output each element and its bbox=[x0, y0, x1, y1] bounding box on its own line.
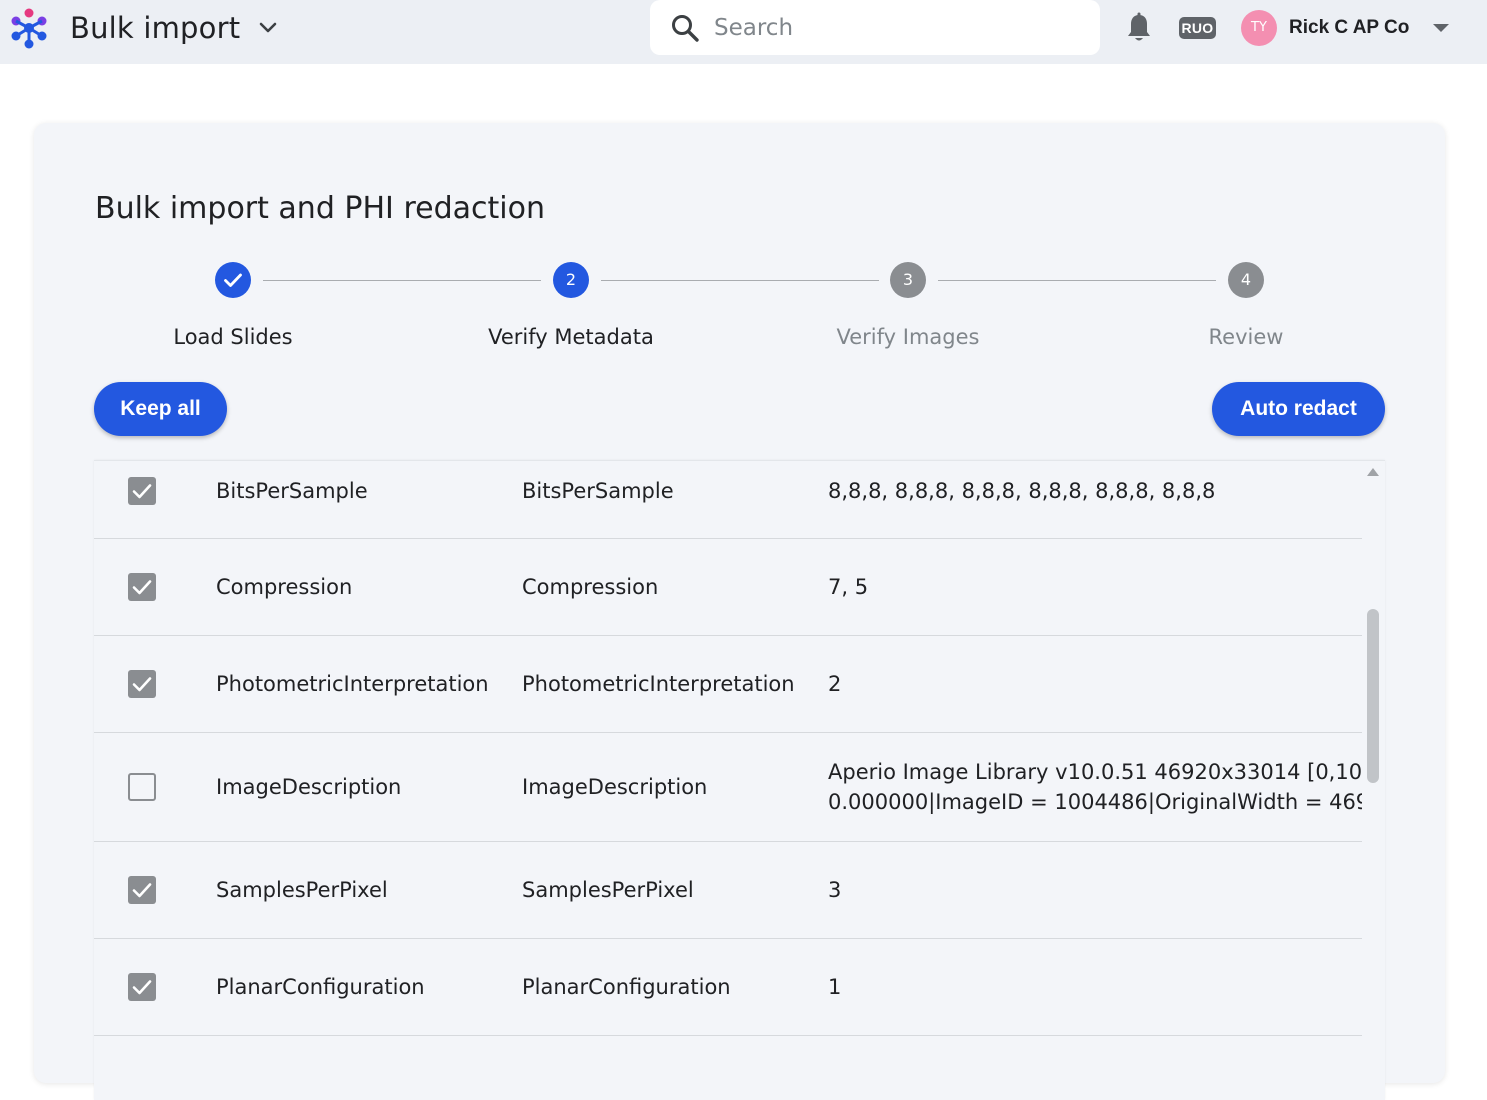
caret-down-icon[interactable] bbox=[1429, 20, 1453, 36]
bulk-import-card: Bulk import and PHI redaction 2 3 4 Load… bbox=[34, 123, 1445, 1100]
page-title: Bulk import and PHI redaction bbox=[95, 191, 545, 226]
step-2-circle[interactable]: 2 bbox=[553, 262, 589, 298]
table-row: PlanarConfiguration PlanarConfiguration … bbox=[94, 939, 1362, 1036]
step-label-load-slides[interactable]: Load Slides bbox=[113, 323, 353, 351]
table-row: SamplesPerPixel SamplesPerPixel 3 bbox=[94, 842, 1362, 939]
value-cell: 1 bbox=[828, 975, 842, 999]
table-row: ImageDescription ImageDescription Aperio… bbox=[94, 733, 1362, 842]
row-checkbox[interactable] bbox=[128, 573, 156, 601]
search-box bbox=[650, 0, 1100, 55]
value-cell: 2 bbox=[828, 672, 842, 696]
auto-redact-button[interactable]: Auto redact bbox=[1212, 382, 1385, 436]
step-connector bbox=[263, 280, 541, 281]
step-3-circle[interactable]: 3 bbox=[890, 262, 926, 298]
avatar[interactable]: TY bbox=[1241, 10, 1277, 46]
value-cell: 3 bbox=[828, 878, 842, 902]
tag-cell: BitsPerSample bbox=[216, 479, 368, 503]
tag-cell: SamplesPerPixel bbox=[216, 878, 388, 902]
step-label-verify-metadata[interactable]: Verify Metadata bbox=[451, 323, 691, 351]
row-checkbox[interactable] bbox=[128, 773, 156, 801]
row-checkbox[interactable] bbox=[128, 670, 156, 698]
notification-bell-icon[interactable] bbox=[1124, 12, 1154, 44]
checkmark-icon bbox=[132, 484, 152, 499]
step-1-circle[interactable] bbox=[215, 262, 251, 298]
checkmark-icon bbox=[132, 883, 152, 898]
search-icon[interactable] bbox=[670, 13, 700, 43]
metadata-table: BitsPerSample BitsPerSample 8,8,8, 8,8,8… bbox=[94, 460, 1385, 1100]
table-row: BitsPerSample BitsPerSample 8,8,8, 8,8,8… bbox=[94, 461, 1362, 539]
top-bar: Bulk import RUO TY Rick C AP Co bbox=[0, 0, 1487, 64]
checkmark-icon bbox=[224, 273, 242, 287]
value-cell-line-2: 0.000000|ImageID = 1004486|OriginalWidth… bbox=[828, 790, 1362, 814]
user-name[interactable]: Rick C AP Co bbox=[1289, 16, 1409, 40]
checkmark-icon bbox=[132, 677, 152, 692]
search-input[interactable] bbox=[714, 10, 1084, 46]
value-cell: 7, 5 bbox=[828, 575, 869, 599]
app-title: Bulk import bbox=[70, 11, 241, 45]
name-cell: BitsPerSample bbox=[522, 479, 674, 503]
name-cell: ImageDescription bbox=[522, 775, 708, 799]
row-checkbox[interactable] bbox=[128, 973, 156, 1001]
table-row: Compression Compression 7, 5 bbox=[94, 539, 1362, 636]
name-cell: Compression bbox=[522, 575, 659, 599]
app-logo-icon[interactable] bbox=[8, 6, 50, 50]
row-checkbox[interactable] bbox=[128, 876, 156, 904]
name-cell: PhotometricInterpretation bbox=[522, 672, 795, 696]
value-cell-line-1: Aperio Image Library v10.0.51 46920x3301… bbox=[828, 760, 1362, 784]
table-row: PhotometricInterpretation PhotometricInt… bbox=[94, 636, 1362, 733]
chevron-down-icon[interactable] bbox=[256, 16, 280, 40]
checkmark-icon bbox=[132, 580, 152, 595]
checkmark-icon bbox=[132, 980, 152, 995]
step-label-review[interactable]: Review bbox=[1126, 323, 1366, 351]
keep-all-button[interactable]: Keep all bbox=[94, 382, 227, 436]
scroll-up-arrow-icon[interactable] bbox=[1365, 465, 1381, 479]
name-cell: SamplesPerPixel bbox=[522, 878, 694, 902]
step-connector bbox=[601, 280, 879, 281]
step-connector bbox=[938, 280, 1216, 281]
tag-cell: PlanarConfiguration bbox=[216, 975, 425, 999]
scrollbar-thumb[interactable] bbox=[1367, 609, 1379, 783]
value-cell: 8,8,8, 8,8,8, 8,8,8, 8,8,8, 8,8,8, 8,8,8 bbox=[828, 479, 1216, 503]
row-checkbox[interactable] bbox=[128, 477, 156, 505]
name-cell: PlanarConfiguration bbox=[522, 975, 731, 999]
tag-cell: Compression bbox=[216, 575, 353, 599]
ruo-badge: RUO bbox=[1179, 17, 1216, 39]
tag-cell: PhotometricInterpretation bbox=[216, 672, 489, 696]
tag-cell: ImageDescription bbox=[216, 775, 402, 799]
step-4-circle[interactable]: 4 bbox=[1228, 262, 1264, 298]
step-label-verify-images[interactable]: Verify Images bbox=[788, 323, 1028, 351]
